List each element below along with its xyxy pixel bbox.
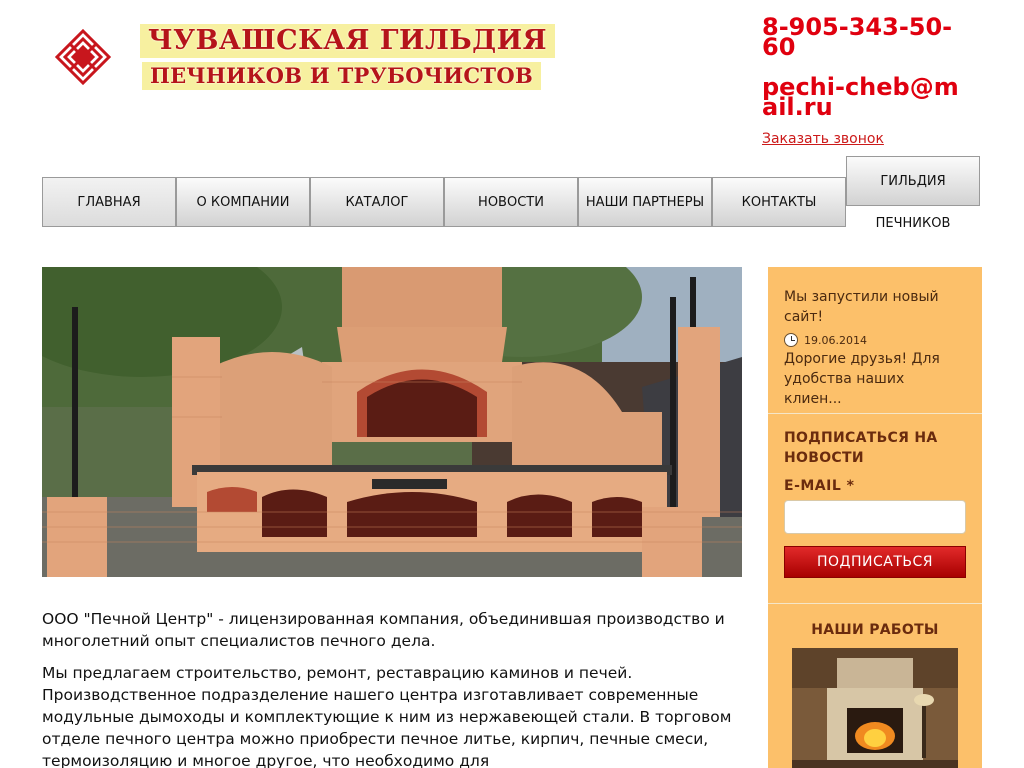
main-nav: ГЛАВНАЯ О КОМПАНИИ КАТАЛОГ НОВОСТИ НАШИ … (42, 156, 982, 246)
subscribe-button[interactable]: ПОДПИСАТЬСЯ (784, 546, 966, 578)
logo-subtitle: ПЕЧНИКОВ И ТРУБОЧИСТОВ (142, 62, 542, 90)
subscribe-title: ПОДПИСАТЬСЯ НА НОВОСТИ (784, 430, 938, 466)
email-link[interactable]: pechi-cheb@mail.ru (762, 75, 962, 119)
main-content: ООО "Печной Центр" - лицензированная ком… (42, 608, 742, 768)
callback-link[interactable]: Заказать звонок (762, 131, 884, 147)
intro-paragraph: ООО "Печной Центр" - лицензированная ком… (42, 610, 725, 650)
nav-item-guild-continued[interactable]: ПЕЧНИКОВ (846, 216, 980, 231)
nav-item-home[interactable]: ГЛАВНАЯ (42, 177, 176, 227)
email-field[interactable] (784, 500, 966, 534)
nav-item-contacts[interactable]: КОНТАКТЫ (712, 177, 846, 227)
subscribe-block: ПОДПИСАТЬСЯ НА НОВОСТИ E-MAIL * ПОДПИСАТ… (768, 414, 982, 604)
nav-item-guild[interactable]: ГИЛЬДИЯ (846, 156, 980, 206)
fireplace-photo[interactable] (792, 648, 958, 768)
news-date-text: 19.06.2014 (804, 333, 867, 347)
works-block: НАШИ РАБОТЫ (768, 604, 982, 768)
works-title: НАШИ РАБОТЫ (811, 622, 939, 638)
news-block: Мы запустили новый сайт! 19.06.2014 Доро… (768, 267, 982, 414)
nav-item-catalog[interactable]: КАТАЛОГ (310, 177, 444, 227)
news-date: 19.06.2014 (784, 333, 966, 347)
clock-icon (784, 333, 798, 347)
site-logo[interactable]: ЧУВАШСКАЯ ГИЛЬДИЯ ПЕЧНИКОВ И ТРУБОЧИСТОВ (140, 22, 555, 92)
nav-item-news[interactable]: НОВОСТИ (444, 177, 578, 227)
hero-image (42, 267, 742, 577)
phone-number: 8-905-343-50-60 (762, 13, 953, 61)
logo-title: ЧУВАШСКАЯ ГИЛЬДИЯ (140, 24, 555, 58)
guild-emblem-icon (55, 29, 111, 85)
news-title[interactable]: Мы запустили новый сайт! (784, 287, 966, 327)
nav-item-partners[interactable]: НАШИ ПАРТНЕРЫ (578, 177, 712, 227)
email-label: E-MAIL * (784, 478, 855, 494)
sidebar: Мы запустили новый сайт! 19.06.2014 Доро… (768, 267, 982, 768)
news-excerpt[interactable]: Дорогие друзья! Для удобства наших клиен… (784, 349, 966, 409)
services-paragraph: Мы предлагаем строительство, ремонт, рес… (42, 664, 732, 768)
nav-item-about[interactable]: О КОМПАНИИ (176, 177, 310, 227)
contact-block: 8-905-343-50-60 pechi-cheb@mail.ru Заказ… (762, 13, 992, 147)
